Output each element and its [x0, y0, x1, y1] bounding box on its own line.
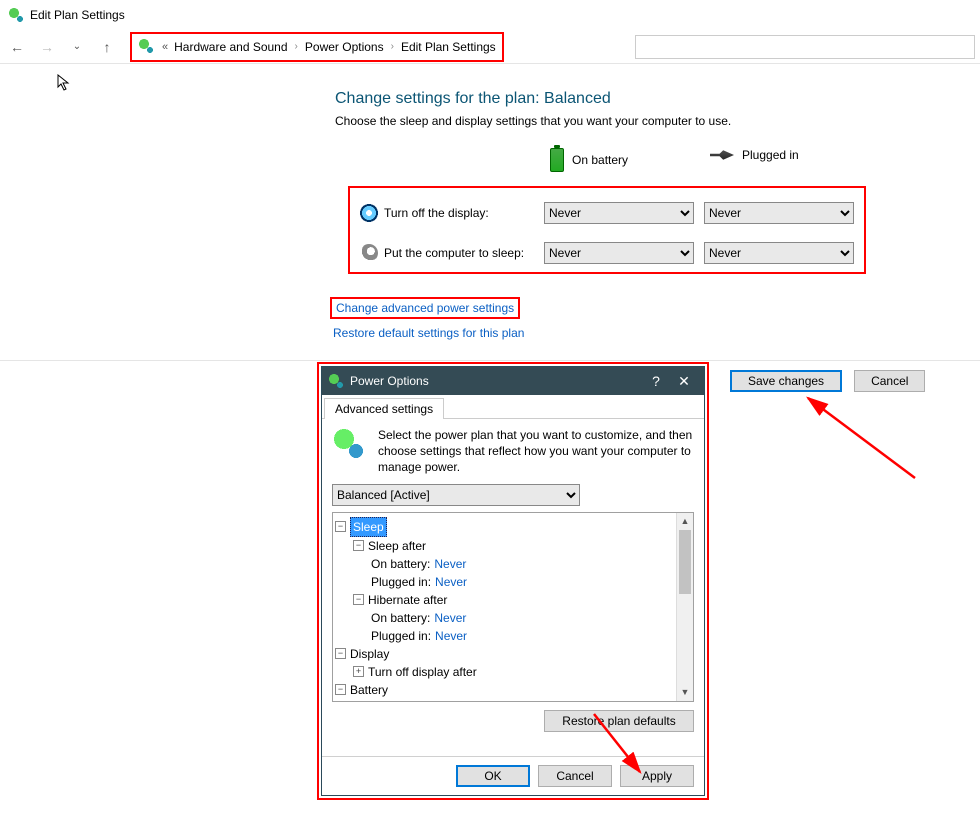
collapse-icon[interactable]: − [335, 648, 346, 659]
restore-plan-defaults-button[interactable]: Restore plan defaults [544, 710, 694, 732]
tree-label-plugged-in[interactable]: Plugged in: [371, 627, 431, 645]
chevron-right-icon: › [391, 41, 394, 52]
apply-button[interactable]: Apply [620, 765, 694, 787]
scroll-down-icon[interactable]: ▼ [677, 684, 693, 701]
display-battery-select[interactable]: Never [544, 202, 694, 224]
tree-node-battery[interactable]: Battery [350, 681, 388, 699]
settings-rows: Turn off the display: Never Never Put th… [348, 186, 866, 274]
display-label: Turn off the display: [384, 206, 534, 220]
breadcrumb-icon [138, 38, 156, 56]
tree-label-plugged-in[interactable]: Plugged in: [371, 573, 431, 591]
value-never[interactable]: Never [434, 555, 466, 573]
tree-node-turn-off-display[interactable]: Turn off display after [368, 663, 477, 681]
breadcrumb-item-power[interactable]: Power Options [305, 40, 384, 54]
power-options-dialog: Power Options ? ✕ Advanced settings Sele… [321, 366, 705, 796]
breadcrumb-item-edit[interactable]: Edit Plan Settings [401, 40, 496, 54]
ok-button[interactable]: OK [456, 765, 530, 787]
scrollbar[interactable]: ▲ ▼ [676, 513, 693, 701]
plug-icon [710, 149, 734, 161]
advanced-dialog-wrap: Power Options ? ✕ Advanced settings Sele… [317, 362, 709, 800]
expand-icon[interactable]: + [353, 666, 364, 677]
chevron-right-icon: › [295, 41, 298, 52]
tree-node-display[interactable]: Display [350, 645, 389, 663]
collapse-icon[interactable]: − [335, 521, 346, 532]
forward-button[interactable]: → [38, 38, 56, 56]
page-subtitle: Choose the sleep and display settings th… [335, 114, 731, 128]
value-never[interactable]: Never [435, 573, 467, 591]
tree-node-sleep-after[interactable]: Sleep after [368, 537, 426, 555]
plan-select[interactable]: Balanced [Active] [332, 484, 580, 506]
cancel-button[interactable]: Cancel [854, 370, 925, 392]
tree-label-on-battery[interactable]: On battery: [371, 609, 430, 627]
window-title: Edit Plan Settings [30, 8, 125, 22]
power-options-icon [8, 7, 24, 23]
advanced-settings-link[interactable]: Change advanced power settings [330, 297, 520, 319]
dialog-footer: OK Cancel Apply [322, 756, 704, 795]
search-input[interactable] [635, 35, 975, 59]
column-plugged-in: Plugged in [710, 148, 799, 162]
tree-node-sleep[interactable]: Sleep [350, 517, 387, 537]
tree-node-hibernate-after[interactable]: Hibernate after [368, 591, 447, 609]
value-never[interactable]: Never [435, 627, 467, 645]
tree-node-critical-battery[interactable]: Critical battery notification [368, 699, 505, 702]
scroll-thumb[interactable] [679, 530, 691, 594]
dialog-cancel-button[interactable]: Cancel [538, 765, 612, 787]
scroll-up-icon[interactable]: ▲ [677, 513, 693, 530]
page-title: Change settings for the plan: Balanced [335, 90, 731, 108]
collapse-icon[interactable]: − [353, 594, 364, 605]
battery-icon [550, 148, 564, 172]
breadcrumb[interactable]: « Hardware and Sound › Power Options › E… [130, 32, 504, 62]
tree-label-on-battery[interactable]: On battery: [371, 555, 430, 573]
sleep-plugged-select[interactable]: Never [704, 242, 854, 264]
dialog-description: Select the power plan that you want to c… [378, 427, 694, 476]
restore-defaults-link[interactable]: Restore default settings for this plan [333, 326, 524, 340]
plugged-in-label: Plugged in [742, 148, 799, 162]
moon-icon [360, 244, 378, 262]
power-plan-icon [332, 427, 368, 463]
sleep-battery-select[interactable]: Never [544, 242, 694, 264]
dialog-titlebar[interactable]: Power Options ? ✕ [322, 367, 704, 395]
help-button[interactable]: ? [642, 373, 670, 389]
close-button[interactable]: ✕ [670, 373, 698, 390]
breadcrumb-chevron[interactable]: « [162, 41, 168, 53]
back-button[interactable]: ← [8, 38, 26, 56]
settings-tree[interactable]: −Sleep −Sleep after On battery:Never Plu… [332, 512, 694, 702]
dialog-body: Select the power plan that you want to c… [322, 419, 704, 756]
on-battery-label: On battery [572, 153, 628, 167]
row-sleep: Put the computer to sleep: Never Never [360, 236, 854, 270]
display-icon [360, 204, 378, 222]
row-turn-off-display: Turn off the display: Never Never [360, 196, 854, 230]
sleep-label: Put the computer to sleep: [384, 246, 534, 260]
page-heading: Change settings for the plan: Balanced C… [335, 90, 731, 128]
dialog-tabs: Advanced settings [322, 395, 704, 419]
mouse-cursor [57, 74, 71, 92]
value-never[interactable]: Never [434, 609, 466, 627]
dialog-title: Power Options [350, 374, 429, 388]
up-button[interactable]: ↑ [98, 38, 116, 56]
recent-dropdown-icon[interactable]: ⌄ [68, 38, 86, 56]
power-options-icon [328, 373, 344, 389]
main-action-buttons: Save changes Cancel [730, 370, 925, 392]
save-changes-button[interactable]: Save changes [730, 370, 842, 392]
display-plugged-select[interactable]: Never [704, 202, 854, 224]
window-titlebar: Edit Plan Settings [0, 0, 980, 30]
column-on-battery: On battery [550, 148, 628, 172]
separator [0, 360, 980, 361]
nav-row: ← → ⌄ ↑ « Hardware and Sound › Power Opt… [0, 30, 980, 64]
breadcrumb-item-hardware[interactable]: Hardware and Sound [174, 40, 287, 54]
collapse-icon[interactable]: − [353, 540, 364, 551]
tab-advanced-settings[interactable]: Advanced settings [324, 398, 444, 419]
collapse-icon[interactable]: − [335, 684, 346, 695]
